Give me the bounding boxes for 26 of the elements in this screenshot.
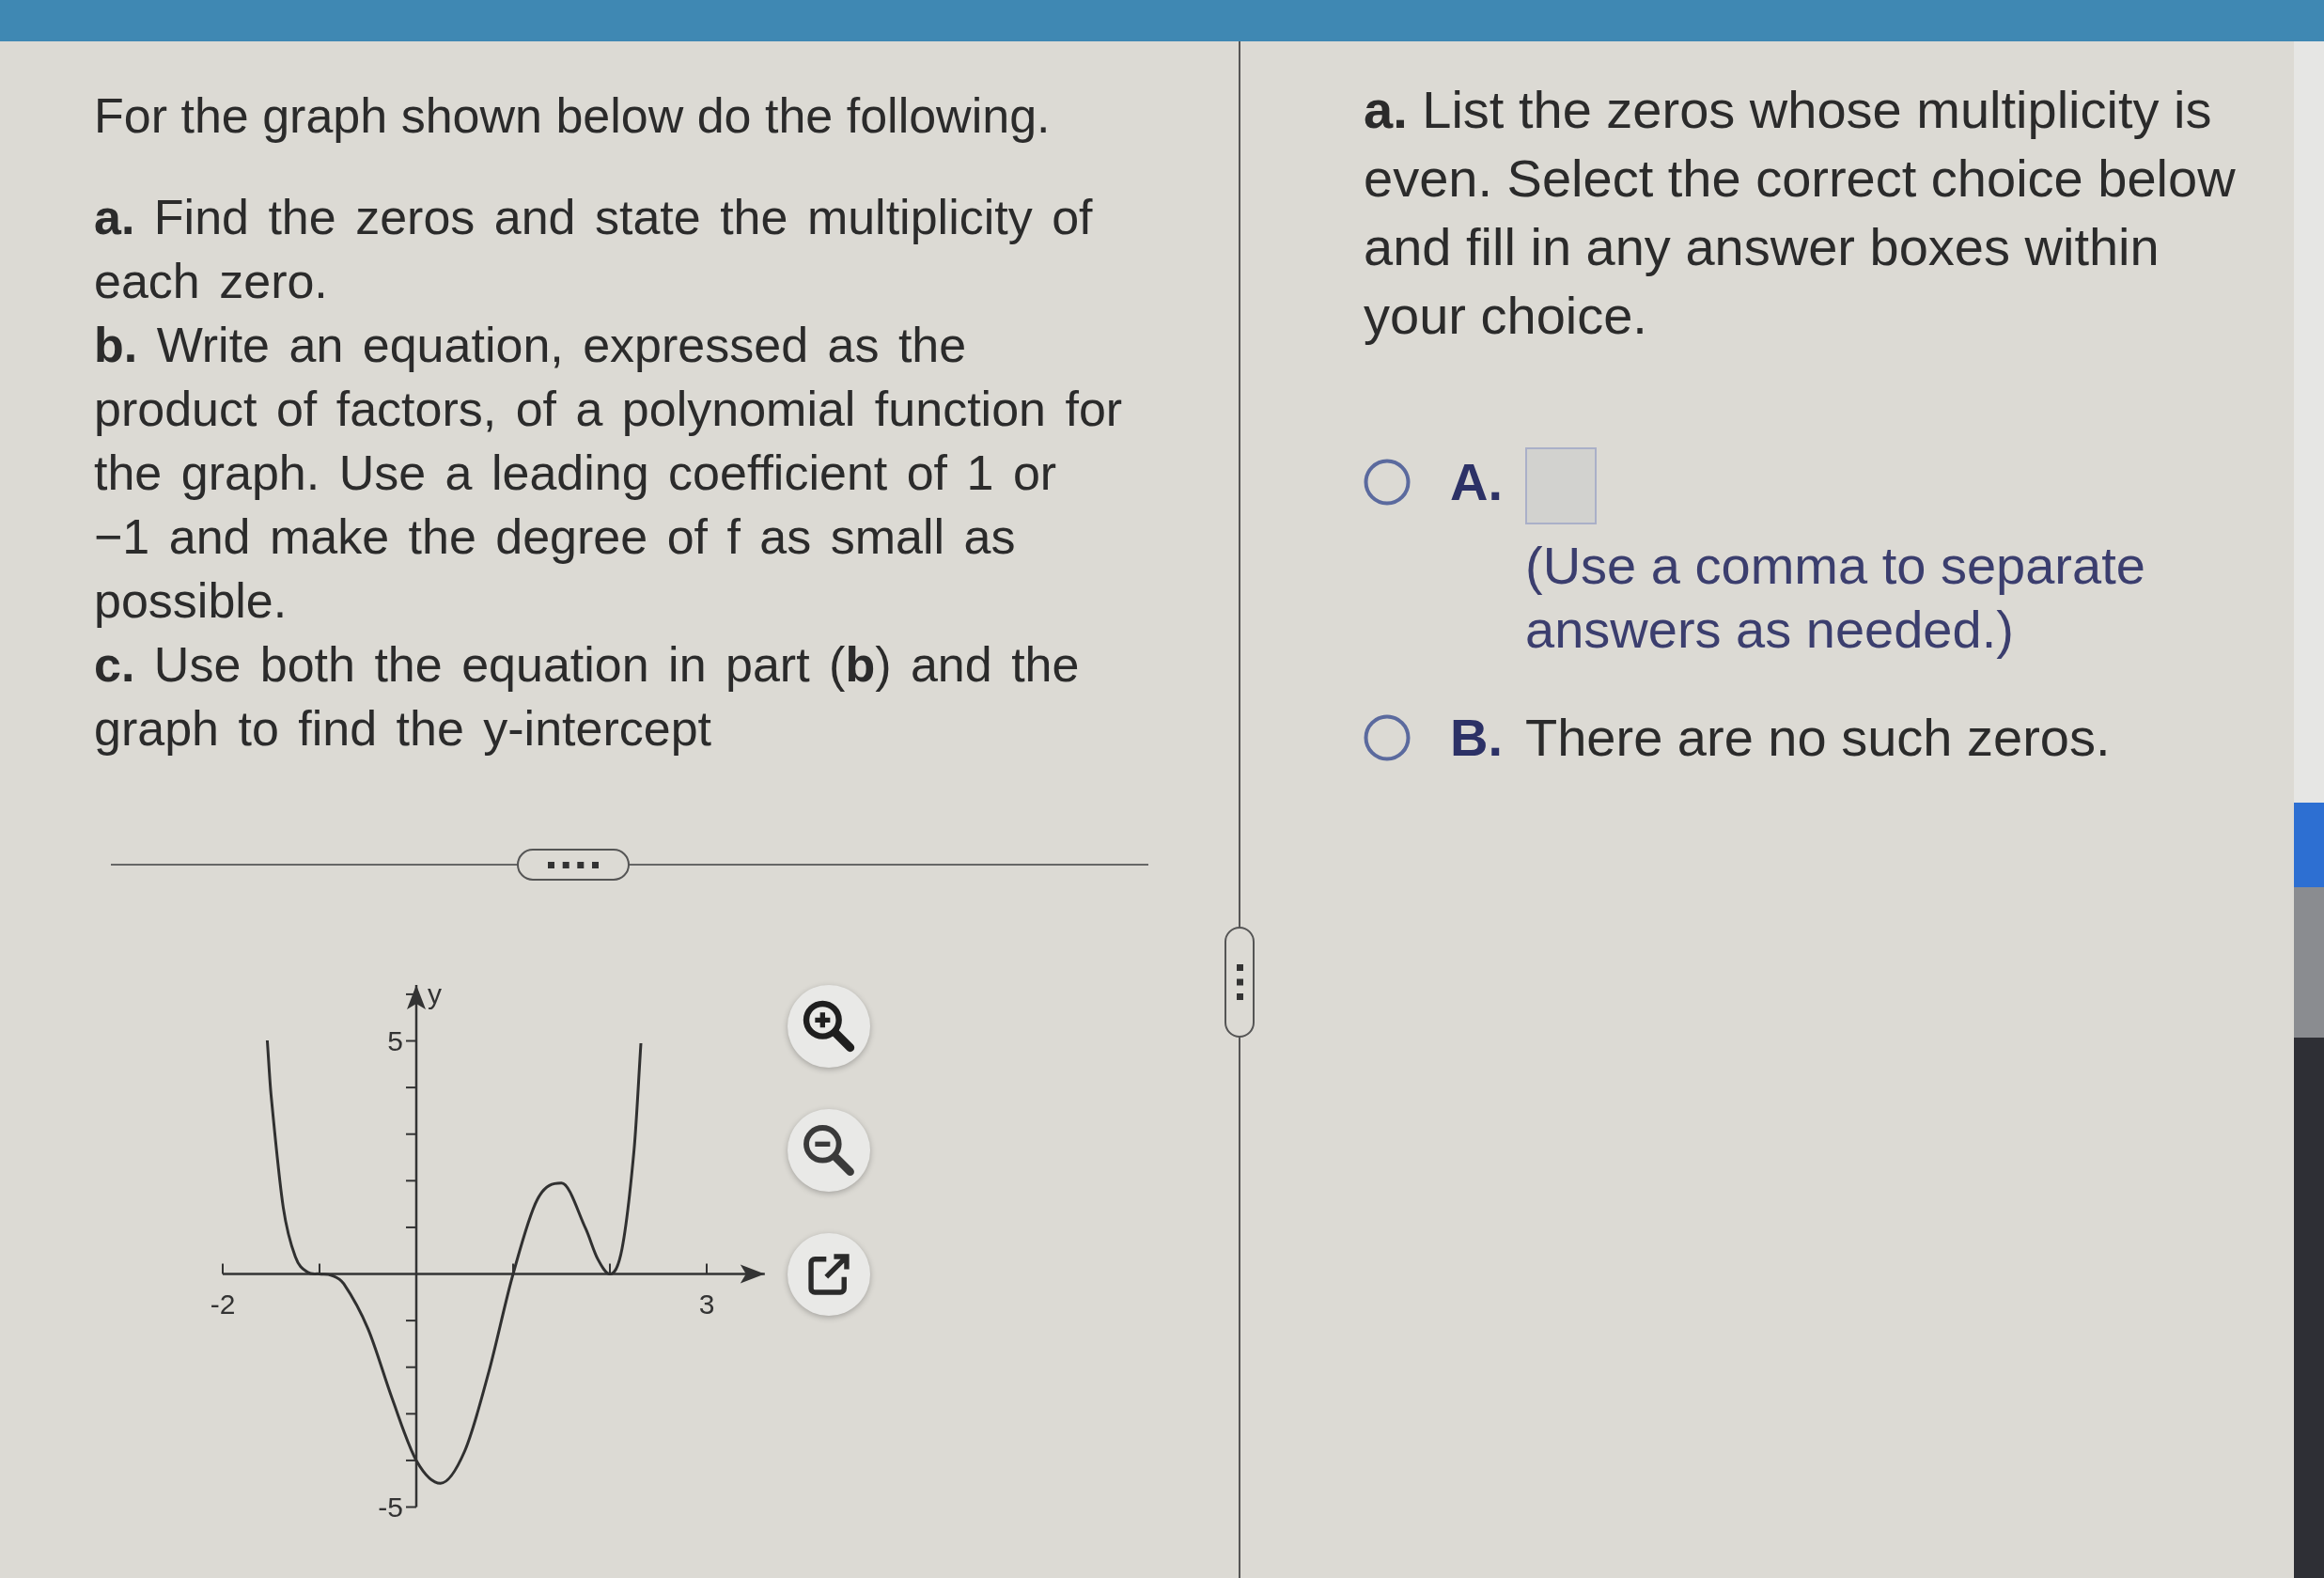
x-tick-label: 3 [698,1288,715,1320]
answer-hint: (Use a comma to separate answers as needed.) [1525,535,2146,661]
choice-label: B. [1450,707,1504,769]
divider-handle[interactable] [1224,927,1255,1038]
external-link-icon [806,1253,850,1296]
instructions-heading: For the graph shown below do the following. [94,87,1051,145]
y-tick-label: 5 [387,1024,403,1056]
y-tick-label: -5 [378,1491,403,1523]
dots-icon [1236,964,1243,1000]
choice-label: A. [1450,451,1504,513]
y-axis-label: y [428,978,442,1009]
zoom-in-button[interactable] [787,985,870,1068]
divider-handle[interactable] [517,849,630,881]
question-prompt: a. List the zeros whose multiplicity is even. Select the correct choice below and fill in any answer boxes within your choice. [1364,79,2237,347]
question-part: b. Write an equation, expressed as the product of factors, of a polynomial function for the graph. Use a leading coefficient of 1 or −1 and make the degree of f as small as possible. [94,317,1124,630]
radio-button[interactable] [1364,458,1411,506]
x-tick-label: -2 [210,1288,236,1320]
choice-text: There are no such zeros. [1525,707,2111,769]
dots-icon [548,861,599,868]
zoom-in-icon [802,1000,855,1053]
pop-out-button[interactable] [787,1233,870,1316]
question-part: a. Find the zeros and state the multiplicity of each zero. [94,189,1094,310]
zoom-out-icon [802,1124,855,1177]
question-part: c. Use both the equation in part (b) and the graph to find the y-intercept [94,636,1081,758]
radio-button[interactable] [1364,713,1411,761]
zoom-out-button[interactable] [787,1109,870,1192]
